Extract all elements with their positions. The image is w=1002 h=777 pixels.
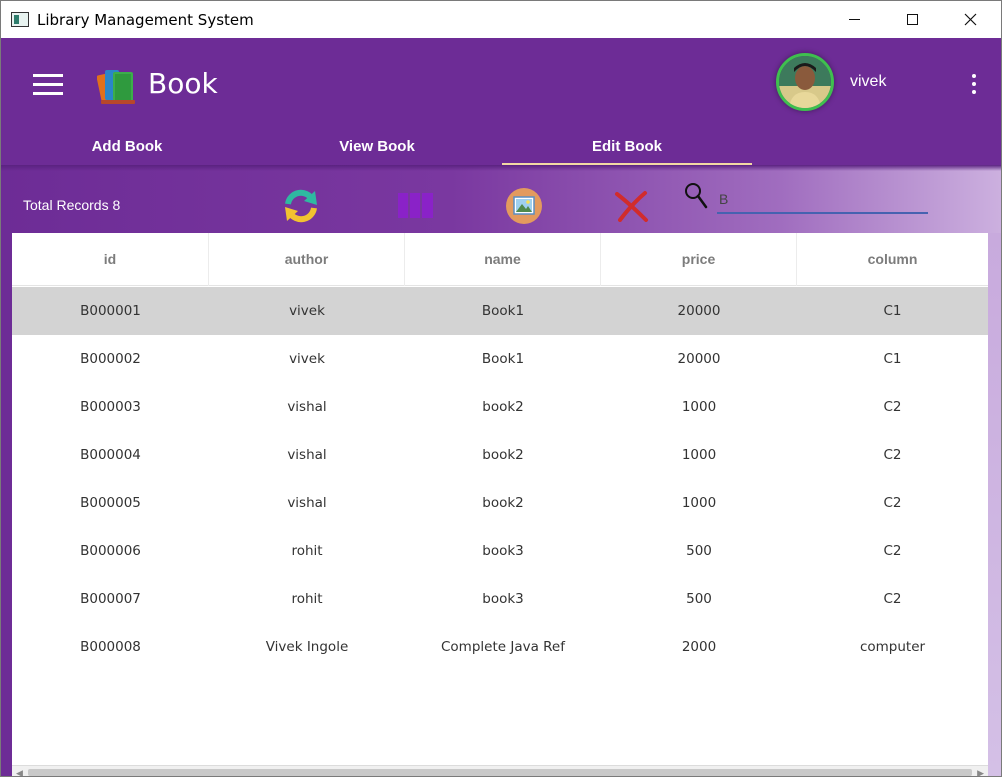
book-logo-icon (97, 70, 135, 104)
image-icon[interactable] (505, 187, 543, 225)
table-header: id author name price column (12, 233, 988, 286)
table-row[interactable]: B000007 rohit book3 500 C2 (12, 575, 988, 623)
tab-add-book[interactable]: Add Book (2, 128, 252, 165)
user-avatar[interactable] (776, 53, 834, 111)
minimize-icon (848, 19, 860, 20)
cell-name: Book1 (481, 351, 525, 367)
username-label: vivek (850, 73, 887, 90)
cell-column: C2 (883, 447, 902, 463)
refresh-icon[interactable] (282, 187, 320, 225)
avatar-portrait-icon (779, 56, 831, 108)
cell-column: C2 (883, 399, 902, 415)
cell-price: 1000 (681, 447, 717, 463)
cell-name: book2 (482, 495, 524, 511)
cell-author: Vivek Ingole (265, 639, 349, 655)
page-title: Book (148, 67, 218, 100)
cell-name: book2 (482, 399, 524, 415)
table-row[interactable]: B000005 vishal book2 1000 C2 (12, 479, 988, 527)
column-header-name[interactable]: name (405, 233, 601, 286)
cell-price: 500 (686, 591, 712, 607)
minimize-button[interactable] (825, 1, 883, 38)
cell-author: rohit (291, 543, 323, 559)
scroll-left-icon[interactable]: ◀ (16, 768, 23, 776)
cell-id: B000004 (80, 447, 141, 463)
books-table: id author name price column B000001 vivek… (12, 233, 988, 776)
cell-id: B000003 (80, 399, 141, 415)
cell-price: 20000 (677, 351, 721, 367)
maximize-icon (906, 14, 918, 25)
cell-name: book3 (482, 591, 524, 607)
cell-name: book3 (482, 543, 524, 559)
cell-author: vishal (287, 447, 327, 463)
left-border-strip (1, 233, 12, 776)
cell-id: B000006 (80, 543, 141, 559)
app-icon (11, 12, 29, 27)
close-button[interactable] (941, 1, 999, 38)
total-records-label: Total Records 8 (23, 197, 121, 213)
maximize-button[interactable] (883, 1, 941, 38)
cell-author: vishal (287, 495, 327, 511)
table-row[interactable]: B000001 vivek Book1 20000 C1 (12, 287, 988, 335)
cell-author: vishal (287, 399, 327, 415)
menu-hamburger-icon[interactable] (33, 74, 65, 96)
tab-view-book[interactable]: View Book (252, 128, 502, 165)
cell-name: Complete Java Ref (441, 639, 565, 655)
column-header-price[interactable]: price (601, 233, 797, 286)
cell-author: vivek (289, 351, 325, 367)
right-border-strip (988, 233, 1001, 776)
cell-column: C1 (883, 351, 902, 367)
cell-id: B000007 (80, 591, 141, 607)
title-bar: Library Management System (1, 1, 1001, 38)
cell-id: B000001 (80, 303, 141, 319)
delete-icon[interactable] (614, 190, 649, 222)
cell-name: Book1 (481, 303, 525, 319)
column-header-id[interactable]: id (12, 233, 209, 286)
cell-price: 500 (686, 543, 712, 559)
tab-edit-book[interactable]: Edit Book (502, 128, 752, 165)
cell-price: 20000 (677, 303, 721, 319)
cell-price: 1000 (681, 399, 717, 415)
cell-column: C2 (883, 591, 902, 607)
toolbar-shadow (1, 165, 1001, 171)
scrollbar-thumb[interactable] (28, 769, 972, 776)
columns-icon[interactable] (398, 193, 433, 218)
cell-column: C2 (883, 495, 902, 511)
table-row[interactable]: B000004 vishal book2 1000 C2 (12, 431, 988, 479)
table-row[interactable]: B000006 rohit book3 500 C2 (12, 527, 988, 575)
search-icon (685, 183, 708, 209)
cell-id: B000002 (80, 351, 141, 367)
cell-author: rohit (291, 591, 323, 607)
cell-id: B000008 (80, 639, 141, 655)
cell-column: C2 (883, 543, 902, 559)
cell-price: 1000 (681, 495, 717, 511)
cell-column: computer (859, 639, 926, 655)
cell-name: book2 (482, 447, 524, 463)
column-header-column[interactable]: column (797, 233, 988, 286)
cell-column: C1 (883, 303, 902, 319)
window-title: Library Management System (37, 11, 254, 29)
table-row[interactable]: B000003 vishal book2 1000 C2 (12, 383, 988, 431)
horizontal-scrollbar[interactable]: ◀ ▶ (12, 765, 988, 776)
more-options-icon[interactable] (969, 72, 979, 96)
table-row[interactable]: B000008 Vivek Ingole Complete Java Ref 2000… (12, 623, 988, 671)
search-input[interactable] (717, 186, 928, 214)
app-window: Library Management System Book vivek Add… (0, 0, 1002, 777)
column-header-author[interactable]: author (209, 233, 405, 286)
table-row[interactable]: B000002 vivek Book1 20000 C1 (12, 335, 988, 383)
cell-author: vivek (289, 303, 325, 319)
cell-id: B000005 (80, 495, 141, 511)
close-icon (964, 13, 976, 26)
scroll-right-icon[interactable]: ▶ (977, 768, 984, 776)
cell-price: 2000 (681, 639, 717, 655)
